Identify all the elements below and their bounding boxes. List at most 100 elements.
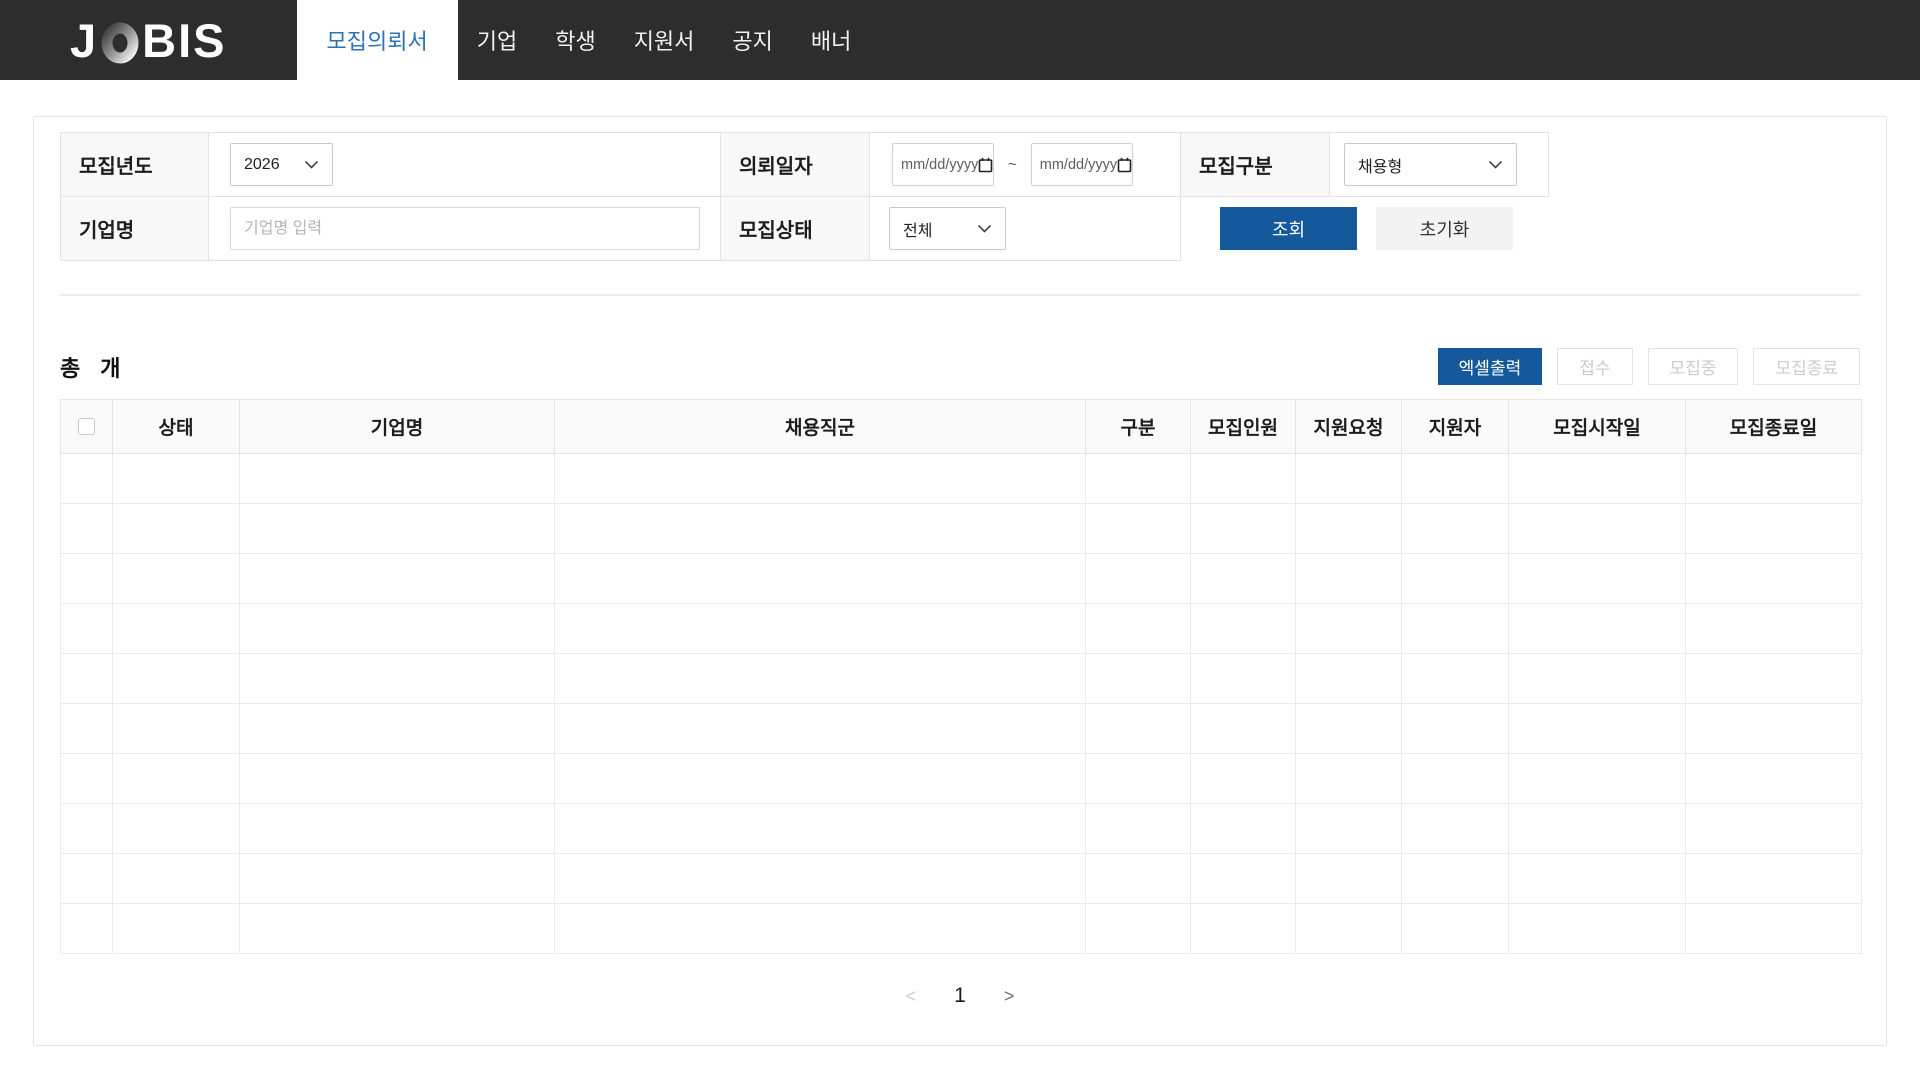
table-cell bbox=[1401, 803, 1509, 854]
table-cell bbox=[239, 603, 555, 654]
table-header-row: 상태 기업명 채용직군 구분 모집인원 지원요청 지원자 모집시작일 모집종료일 bbox=[60, 399, 1862, 454]
table-cell bbox=[1190, 553, 1296, 604]
chevron-down-icon bbox=[304, 160, 319, 169]
table-row bbox=[60, 553, 1862, 604]
nav-item[interactable]: 공지 bbox=[713, 0, 791, 80]
table-cell bbox=[1085, 803, 1191, 854]
table-cell bbox=[1295, 803, 1402, 854]
column-header: 지원요청 bbox=[1295, 399, 1402, 454]
table-cell bbox=[1401, 503, 1509, 554]
table-cell bbox=[1190, 603, 1296, 654]
page-next-button[interactable]: > bbox=[1004, 986, 1015, 1007]
excel-export-button[interactable]: 엑셀출력 bbox=[1437, 348, 1543, 385]
nav-item[interactable]: 기업 bbox=[458, 0, 536, 80]
recruit-closed-button[interactable]: 모집종료 bbox=[1753, 348, 1860, 385]
date-to-input[interactable]: mm/dd/yyyy bbox=[1030, 143, 1133, 186]
column-header: 모집종료일 bbox=[1685, 399, 1862, 454]
table-cell bbox=[1190, 753, 1296, 804]
table-cell bbox=[1401, 903, 1509, 954]
date-to-value: mm/dd/yyyy bbox=[1039, 156, 1118, 173]
table-cell bbox=[1685, 903, 1862, 954]
calendar-icon[interactable] bbox=[978, 157, 993, 173]
logo-o-ring bbox=[101, 22, 139, 64]
table-cell bbox=[1508, 453, 1686, 504]
nav-item[interactable]: 학생 bbox=[536, 0, 614, 80]
table-cell bbox=[60, 553, 113, 604]
table-cell bbox=[1295, 753, 1402, 804]
nav-item[interactable]: 배너 bbox=[792, 0, 870, 80]
date-from-input[interactable]: mm/dd/yyyy bbox=[892, 143, 994, 186]
table-cell bbox=[60, 853, 113, 904]
recruit-status-label: 모집상태 bbox=[720, 196, 870, 261]
table-cell bbox=[1190, 503, 1296, 554]
table-cell bbox=[554, 653, 1086, 704]
column-header: 모집시작일 bbox=[1508, 399, 1686, 454]
year-select[interactable]: 2026 bbox=[230, 143, 333, 186]
table-cell bbox=[1508, 603, 1686, 654]
table-cell bbox=[1295, 503, 1402, 554]
table-cell bbox=[239, 703, 555, 754]
table-cell bbox=[1295, 553, 1402, 604]
page-number-current[interactable]: 1 bbox=[954, 984, 966, 1008]
recruiting-button[interactable]: 모집중 bbox=[1647, 348, 1739, 385]
table-cell bbox=[1685, 503, 1862, 554]
table-cell bbox=[112, 703, 240, 754]
table-cell bbox=[1685, 653, 1862, 704]
table-cell bbox=[1085, 453, 1191, 504]
table-body bbox=[60, 453, 1862, 954]
column-header: 구분 bbox=[1085, 399, 1191, 454]
brand-logo: JBIS bbox=[70, 0, 227, 80]
table-cell bbox=[1508, 903, 1686, 954]
table-cell bbox=[554, 703, 1086, 754]
list-toolbar: 총 개 엑셀출력 접수 모집중 모집종료 bbox=[60, 348, 1860, 385]
table-cell bbox=[554, 903, 1086, 954]
table-cell bbox=[239, 453, 555, 504]
table-cell bbox=[1190, 853, 1296, 904]
table-cell bbox=[1401, 603, 1509, 654]
search-button[interactable]: 조회 bbox=[1220, 207, 1357, 251]
table-row bbox=[60, 503, 1862, 554]
logo-letter: I bbox=[178, 13, 194, 67]
table-cell bbox=[1508, 803, 1686, 854]
table-cell bbox=[112, 453, 240, 504]
nav-item-active[interactable]: 모집의뢰서 bbox=[296, 0, 458, 80]
table-row bbox=[60, 703, 1862, 754]
table-cell bbox=[239, 553, 555, 604]
company-input[interactable] bbox=[230, 207, 700, 250]
logo-letter: J bbox=[70, 13, 99, 67]
table-cell bbox=[112, 803, 240, 854]
recruit-status-select[interactable]: 전체 bbox=[889, 207, 1006, 250]
recruit-type-select[interactable]: 채용형 bbox=[1344, 143, 1517, 186]
table-cell bbox=[1401, 453, 1509, 504]
recruit-table: 상태 기업명 채용직군 구분 모집인원 지원요청 지원자 모집시작일 모집종료일 bbox=[60, 399, 1862, 954]
reset-button[interactable]: 초기화 bbox=[1376, 207, 1513, 251]
nav-tabs: 모집의뢰서 기업 학생 지원서 공지 배너 bbox=[296, 0, 871, 80]
table-cell bbox=[239, 653, 555, 704]
company-label: 기업명 bbox=[60, 196, 209, 261]
nav-item[interactable]: 지원서 bbox=[615, 0, 714, 80]
table-cell bbox=[1085, 503, 1191, 554]
table-cell bbox=[1401, 653, 1509, 704]
select-all-checkbox[interactable] bbox=[78, 418, 95, 435]
table-cell bbox=[1401, 703, 1509, 754]
table-cell bbox=[1295, 903, 1402, 954]
calendar-icon[interactable] bbox=[1117, 157, 1132, 173]
column-header: 채용직군 bbox=[554, 399, 1086, 454]
table-cell bbox=[1085, 853, 1191, 904]
table-cell bbox=[1508, 653, 1686, 704]
table-cell bbox=[1295, 453, 1402, 504]
table-cell bbox=[1685, 853, 1862, 904]
receive-button[interactable]: 접수 bbox=[1557, 348, 1633, 385]
total-prefix: 총 bbox=[60, 355, 81, 381]
year-label: 모집년도 bbox=[60, 132, 209, 197]
table-row bbox=[60, 903, 1862, 954]
table-cell bbox=[60, 503, 113, 554]
table-cell bbox=[60, 453, 113, 504]
table-cell bbox=[1508, 753, 1686, 804]
page-prev-button[interactable]: < bbox=[906, 986, 917, 1007]
table-cell bbox=[1685, 753, 1862, 804]
table-cell bbox=[239, 803, 555, 854]
table-cell bbox=[1190, 703, 1296, 754]
table-cell bbox=[60, 753, 113, 804]
table-cell bbox=[1295, 853, 1402, 904]
